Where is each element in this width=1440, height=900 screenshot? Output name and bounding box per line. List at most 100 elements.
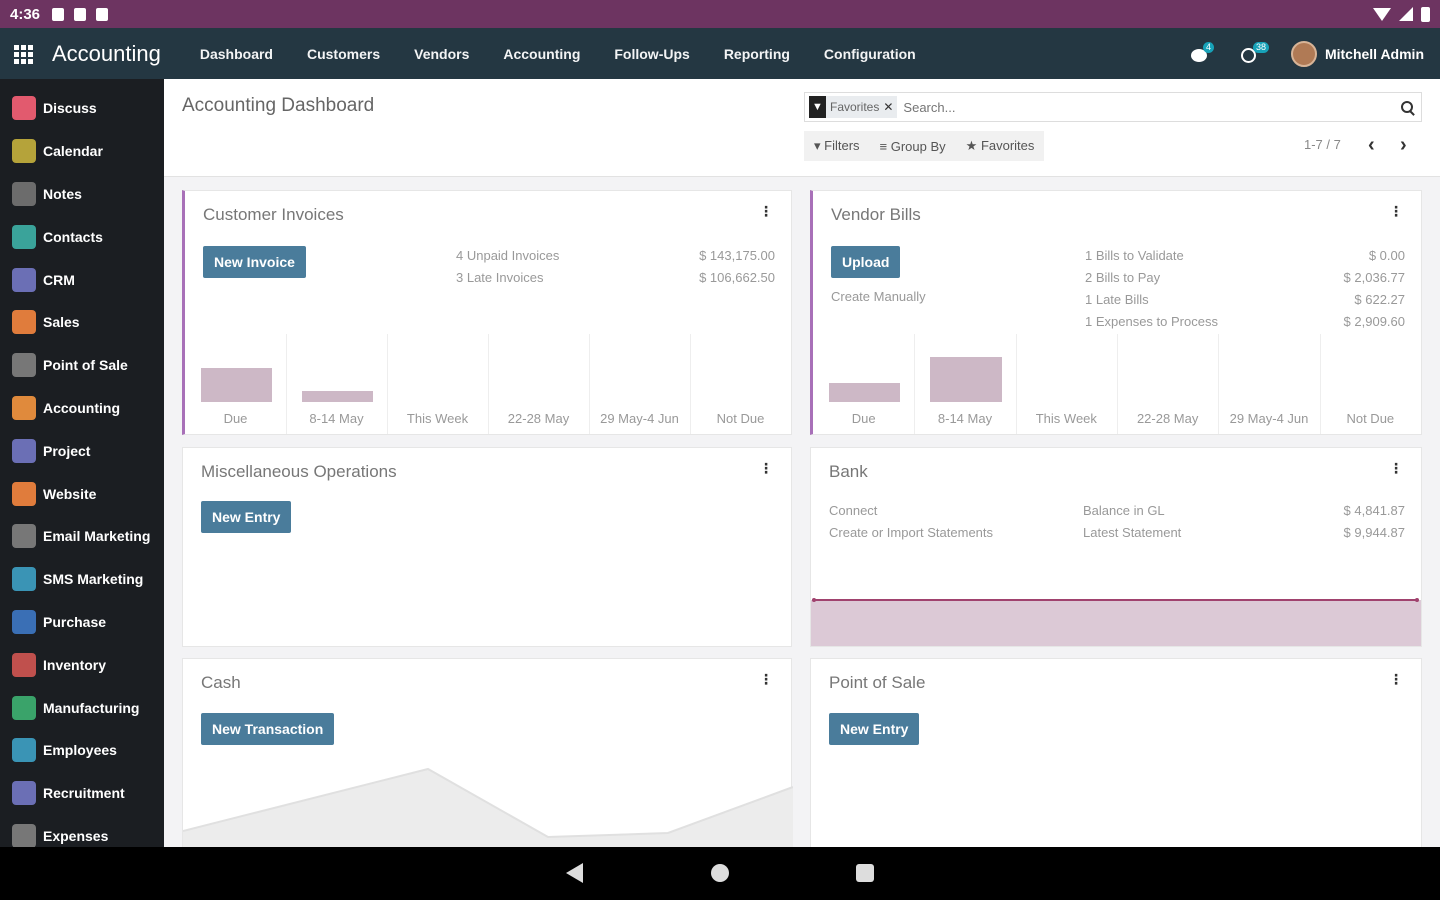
filters-button[interactable]: ▾ Filters — [814, 138, 860, 154]
app-title[interactable]: Accounting — [52, 41, 161, 67]
new-transaction-button[interactable]: New Transaction — [201, 713, 335, 745]
card-title[interactable]: Customer Invoices — [203, 205, 344, 225]
sidebar-item-contacts[interactable]: Contacts — [0, 215, 164, 258]
sidebar-item-email-marketing[interactable]: Email Marketing — [0, 515, 164, 558]
search-facet: ▼ Favorites ✕ — [809, 96, 898, 118]
sidebar-item-discuss[interactable]: Discuss — [0, 87, 164, 130]
pager-value[interactable]: 1-7 / 7 — [1304, 137, 1341, 152]
notification-icon — [96, 7, 109, 21]
card-options-icon[interactable]: ⋮ — [1389, 460, 1403, 477]
group-by-button[interactable]: ≡ Group By — [880, 139, 946, 154]
menu-dashboard[interactable]: Dashboard — [183, 46, 290, 62]
status-icons — [52, 7, 109, 21]
sidebar-item-project[interactable]: Project — [0, 429, 164, 472]
wifi-icon — [1373, 7, 1391, 21]
cash-card: Cash ⋮ New Transaction — [182, 658, 793, 847]
card-options-icon[interactable]: ⋮ — [759, 203, 773, 220]
sidebar-item-sales[interactable]: Sales — [0, 301, 164, 344]
sidebar-item-label: Purchase — [43, 613, 107, 630]
graph-bar[interactable] — [201, 368, 272, 402]
sidebar-item-notes[interactable]: Notes — [0, 173, 164, 216]
bills-graph[interactable]: Due 8-14 May This Week 22-28 May 29 May-4 Ju… — [813, 334, 1421, 434]
contacts-icon — [12, 224, 36, 249]
bank-card: Bank ⋮ Connect Create or Import Statemen… — [810, 447, 1422, 647]
upload-button[interactable]: Upload — [831, 246, 901, 278]
late-bills-link[interactable]: 1 Late Bills — [1085, 292, 1149, 307]
recent-apps-icon[interactable] — [856, 864, 874, 882]
vendor-bills-card: Vendor Bills ⋮ Upload Create Manually 1 … — [810, 190, 1422, 435]
new-entry-button[interactable]: New Entry — [201, 501, 292, 533]
latest-statement-label[interactable]: Latest Statement — [1083, 525, 1181, 540]
bills-to-validate-link[interactable]: 1 Bills to Validate — [1085, 248, 1184, 263]
sidebar-item-label: Project — [43, 442, 91, 459]
search-box: ▼ Favorites ✕ — [804, 92, 1422, 122]
sidebar-item-label: Manufacturing — [43, 699, 140, 716]
activities-icon[interactable]: 38 — [1240, 41, 1269, 63]
graph-bar[interactable] — [930, 357, 1002, 402]
card-options-icon[interactable]: ⋮ — [759, 671, 773, 688]
card-options-icon[interactable]: ⋮ — [1389, 203, 1403, 220]
card-title[interactable]: Point of Sale — [829, 673, 925, 693]
new-invoice-button[interactable]: New Invoice — [203, 246, 306, 278]
sidebar-item-website[interactable]: Website — [0, 472, 164, 515]
create-manually-link[interactable]: Create Manually — [831, 289, 926, 304]
sidebar-item-purchase[interactable]: Purchase — [0, 601, 164, 644]
graph-label: This Week — [1035, 411, 1097, 426]
expenses-to-process-link[interactable]: 1 Expenses to Process — [1085, 314, 1218, 329]
pager-previous-icon[interactable]: ‹ — [1368, 134, 1375, 157]
user-menu[interactable]: Mitchell Admin — [1290, 40, 1424, 67]
apps-menu-icon[interactable] — [14, 44, 36, 64]
invoices-graph[interactable]: Due 8-14 May This Week 22-28 May 29 May-4 Ju… — [185, 334, 791, 434]
card-title[interactable]: Miscellaneous Operations — [201, 462, 397, 482]
unpaid-invoices-link[interactable]: 4 Unpaid Invoices — [456, 248, 559, 263]
sidebar-item-calendar[interactable]: Calendar — [0, 130, 164, 173]
sidebar-item-employees[interactable]: Employees — [0, 729, 164, 772]
graph-label: 29 May-4 Jun — [600, 411, 679, 426]
balance-gl-label[interactable]: Balance in GL — [1083, 503, 1165, 518]
menu-accounting[interactable]: Accounting — [486, 46, 597, 62]
import-statements-link[interactable]: Create or Import Statements — [829, 525, 993, 540]
card-title[interactable]: Bank — [829, 462, 868, 482]
card-options-icon[interactable]: ⋮ — [1389, 671, 1403, 688]
system-navbar — [0, 847, 1440, 900]
remove-facet-icon[interactable]: ✕ — [883, 100, 897, 114]
misc-operations-card: Miscellaneous Operations ⋮ New Entry — [182, 447, 792, 647]
menu-vendors[interactable]: Vendors — [397, 46, 486, 62]
sidebar-item-manufacturing[interactable]: Manufacturing — [0, 686, 164, 729]
search-icon[interactable] — [1401, 101, 1413, 113]
top-navbar: Accounting Dashboard Customers Vendors A… — [0, 28, 1440, 79]
late-invoices-link[interactable]: 3 Late Invoices — [456, 270, 543, 285]
graph-bar[interactable] — [829, 383, 901, 402]
facet-label: Favorites — [830, 100, 880, 114]
menu-configuration[interactable]: Configuration — [807, 46, 933, 62]
new-entry-button[interactable]: New Entry — [829, 713, 920, 745]
sidebar-item-recruitment[interactable]: Recruitment — [0, 772, 164, 815]
back-icon[interactable] — [566, 863, 583, 883]
cash-graph[interactable] — [183, 759, 793, 847]
sidebar-item-label: Contacts — [43, 228, 103, 245]
sidebar-item-sms-marketing[interactable]: SMS Marketing — [0, 558, 164, 601]
menu-follow-ups[interactable]: Follow-Ups — [597, 46, 706, 62]
sidebar-item-point-of-sale[interactable]: Point of Sale — [0, 344, 164, 387]
notification-icon — [74, 7, 87, 21]
favorites-button[interactable]: ★ Favorites — [966, 138, 1035, 154]
connect-link[interactable]: Connect — [829, 503, 877, 518]
messages-icon[interactable]: 4 — [1190, 41, 1214, 63]
graph-label: Not Due — [716, 411, 765, 426]
sidebar-item-accounting[interactable]: Accounting — [0, 387, 164, 430]
home-icon[interactable] — [711, 864, 729, 882]
graph-bar[interactable] — [302, 391, 373, 402]
menu-reporting[interactable]: Reporting — [707, 46, 807, 62]
sidebar-item-crm[interactable]: CRM — [0, 258, 164, 301]
bills-to-pay-link[interactable]: 2 Bills to Pay — [1085, 270, 1160, 285]
card-title[interactable]: Vendor Bills — [831, 205, 921, 225]
card-options-icon[interactable]: ⋮ — [759, 460, 773, 477]
bank-balance-graph[interactable] — [811, 596, 1421, 646]
bills-to-pay-value: $ 2,036.77 — [1343, 270, 1405, 285]
status-time: 4:36 — [10, 5, 41, 23]
menu-customers[interactable]: Customers — [290, 46, 397, 62]
search-input[interactable] — [903, 99, 1364, 115]
card-title[interactable]: Cash — [201, 673, 241, 693]
sidebar-item-inventory[interactable]: Inventory — [0, 643, 164, 686]
pager-next-icon[interactable]: › — [1400, 134, 1407, 157]
